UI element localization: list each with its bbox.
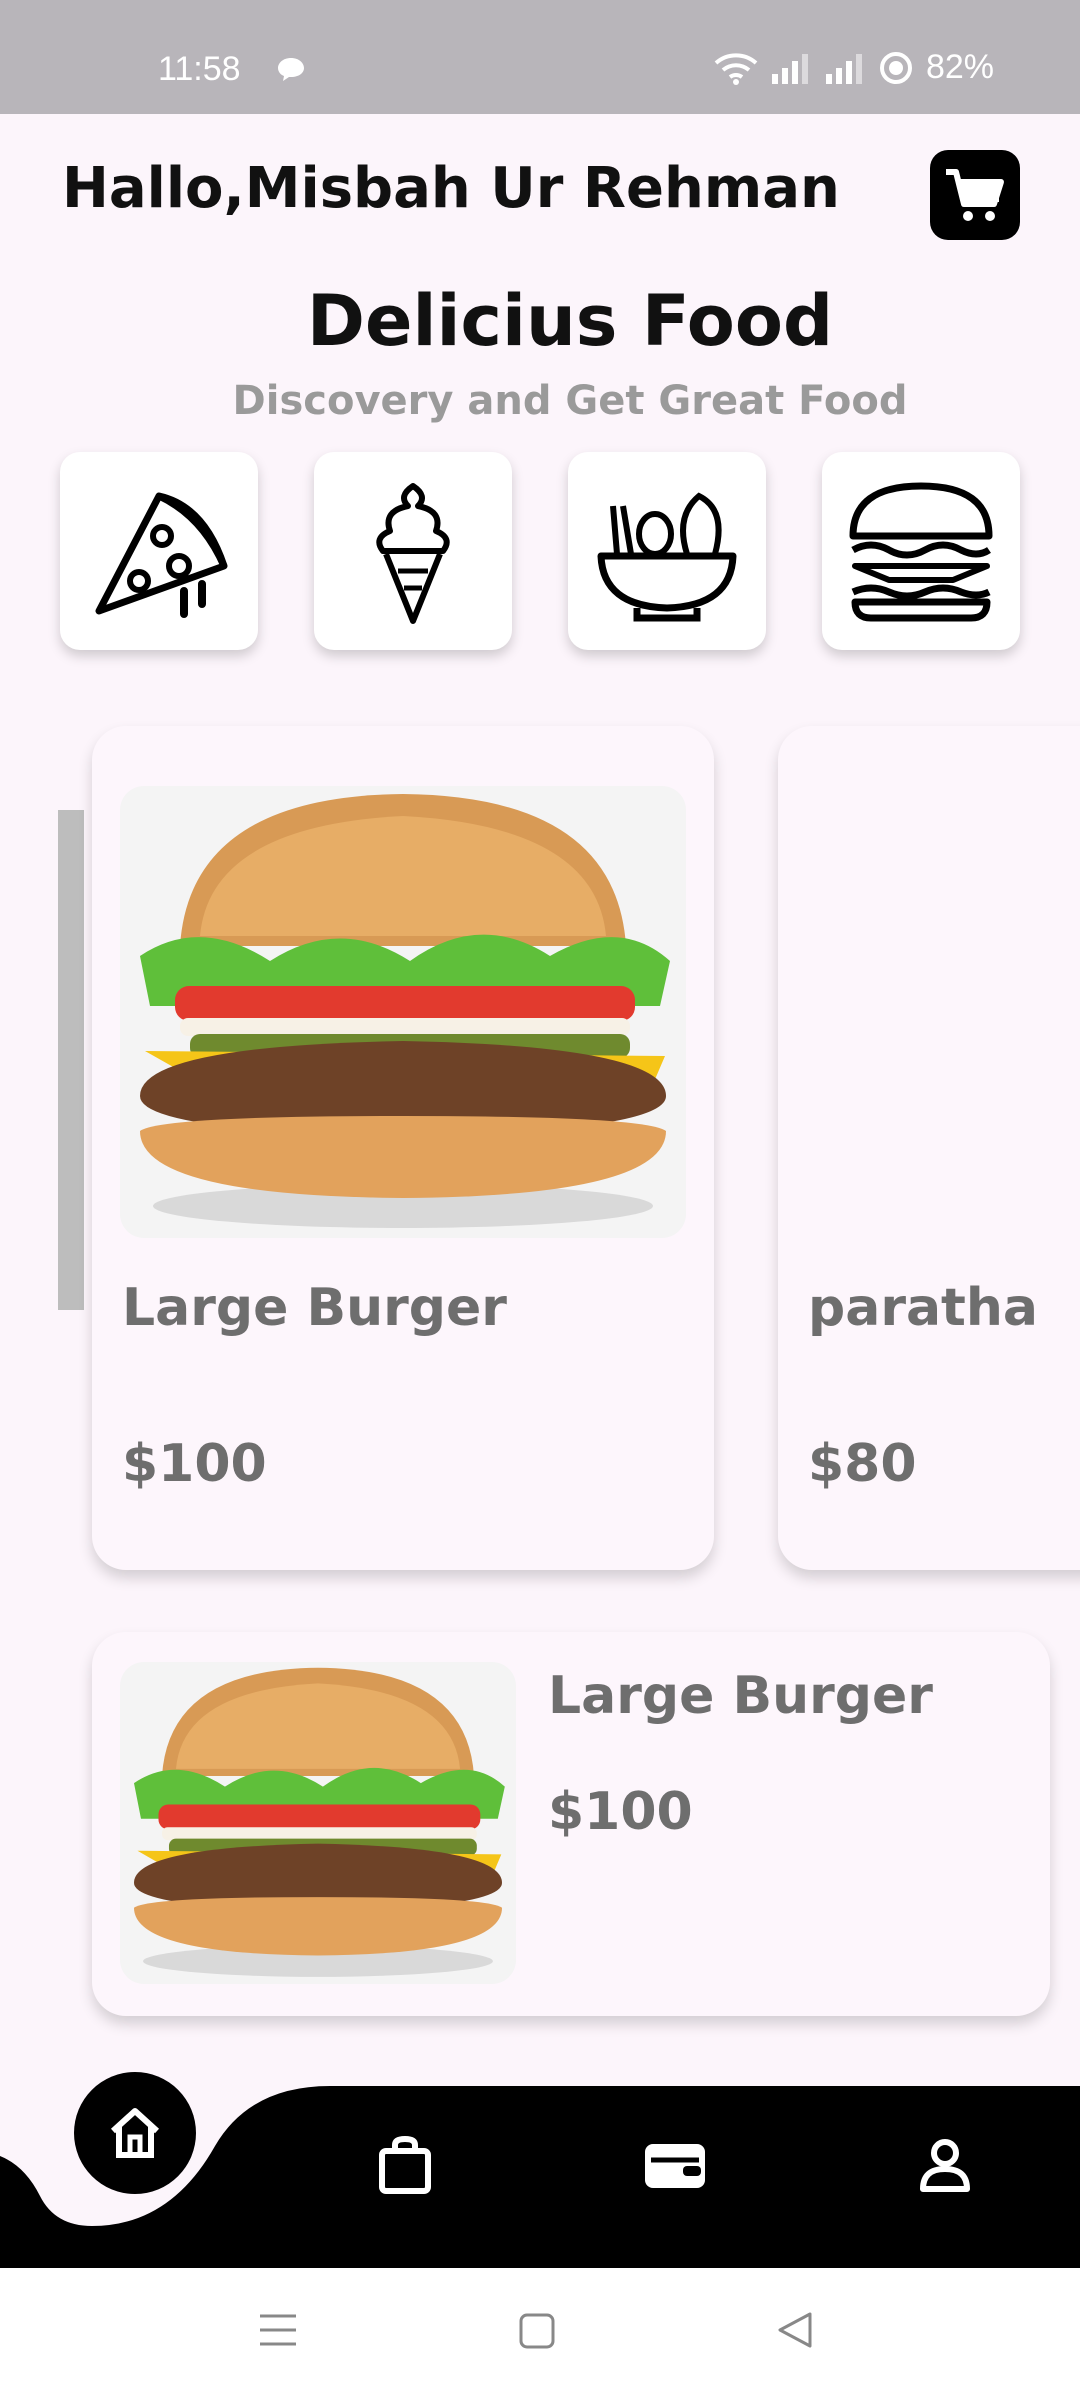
category-burger[interactable] — [822, 452, 1020, 650]
shopping-bag-icon — [379, 2135, 431, 2194]
burger-image — [120, 1662, 516, 1984]
category-salad[interactable] — [568, 452, 766, 650]
hero-subtitle: Discovery and Get Great Food — [232, 378, 908, 424]
category-ice-cream[interactable] — [314, 452, 512, 650]
cart-icon — [946, 169, 1004, 221]
nav-bag-button[interactable] — [370, 2130, 440, 2200]
greeting-title: Hallo,Misbah Ur Rehman — [62, 156, 840, 221]
food-card[interactable]: Large Burger $100 — [92, 726, 714, 1570]
battery-percent: 82% — [925, 48, 994, 86]
status-right-group: 82% — [714, 48, 994, 87]
chat-notification-icon — [278, 58, 304, 81]
food-price: $100 — [548, 1782, 693, 1842]
system-nav-bar — [0, 2268, 1080, 2400]
list-item[interactable]: Large Burger $100 — [92, 1632, 1050, 2016]
food-card[interactable]: paratha $80 — [778, 726, 1080, 1570]
home-square-icon[interactable] — [518, 2312, 556, 2350]
food-name: Large Burger — [548, 1666, 933, 1726]
profile-icon — [920, 2139, 970, 2192]
wallet-icon — [645, 2144, 705, 2188]
nav-wallet-button[interactable] — [640, 2130, 710, 2200]
food-price: $80 — [808, 1434, 917, 1494]
food-price: $100 — [122, 1434, 267, 1494]
battery-ring-icon — [879, 51, 912, 84]
status-bar: 11:58 82% — [0, 0, 1080, 114]
home-icon — [110, 2108, 160, 2158]
hero-title: Delicius Food — [306, 280, 834, 362]
back-icon[interactable] — [776, 2310, 814, 2350]
scrollbar[interactable] — [58, 810, 84, 1310]
nav-home-button[interactable] — [74, 2072, 196, 2194]
status-time: 11:58 — [158, 50, 241, 88]
recent-apps-icon[interactable] — [258, 2312, 298, 2348]
wifi-icon — [714, 52, 758, 85]
pizza-icon — [95, 492, 228, 618]
signal-2-icon — [825, 53, 862, 84]
burger-image — [120, 786, 686, 1238]
salad-bowl-icon — [597, 492, 737, 622]
food-name: Large Burger — [122, 1278, 507, 1338]
food-name: paratha — [808, 1278, 1039, 1338]
category-pizza[interactable] — [60, 452, 258, 650]
burger-icon — [849, 482, 993, 622]
cart-button[interactable] — [930, 150, 1020, 240]
nav-profile-button[interactable] — [910, 2130, 980, 2200]
signal-1-icon — [771, 53, 808, 84]
ice-cream-icon — [376, 483, 450, 624]
